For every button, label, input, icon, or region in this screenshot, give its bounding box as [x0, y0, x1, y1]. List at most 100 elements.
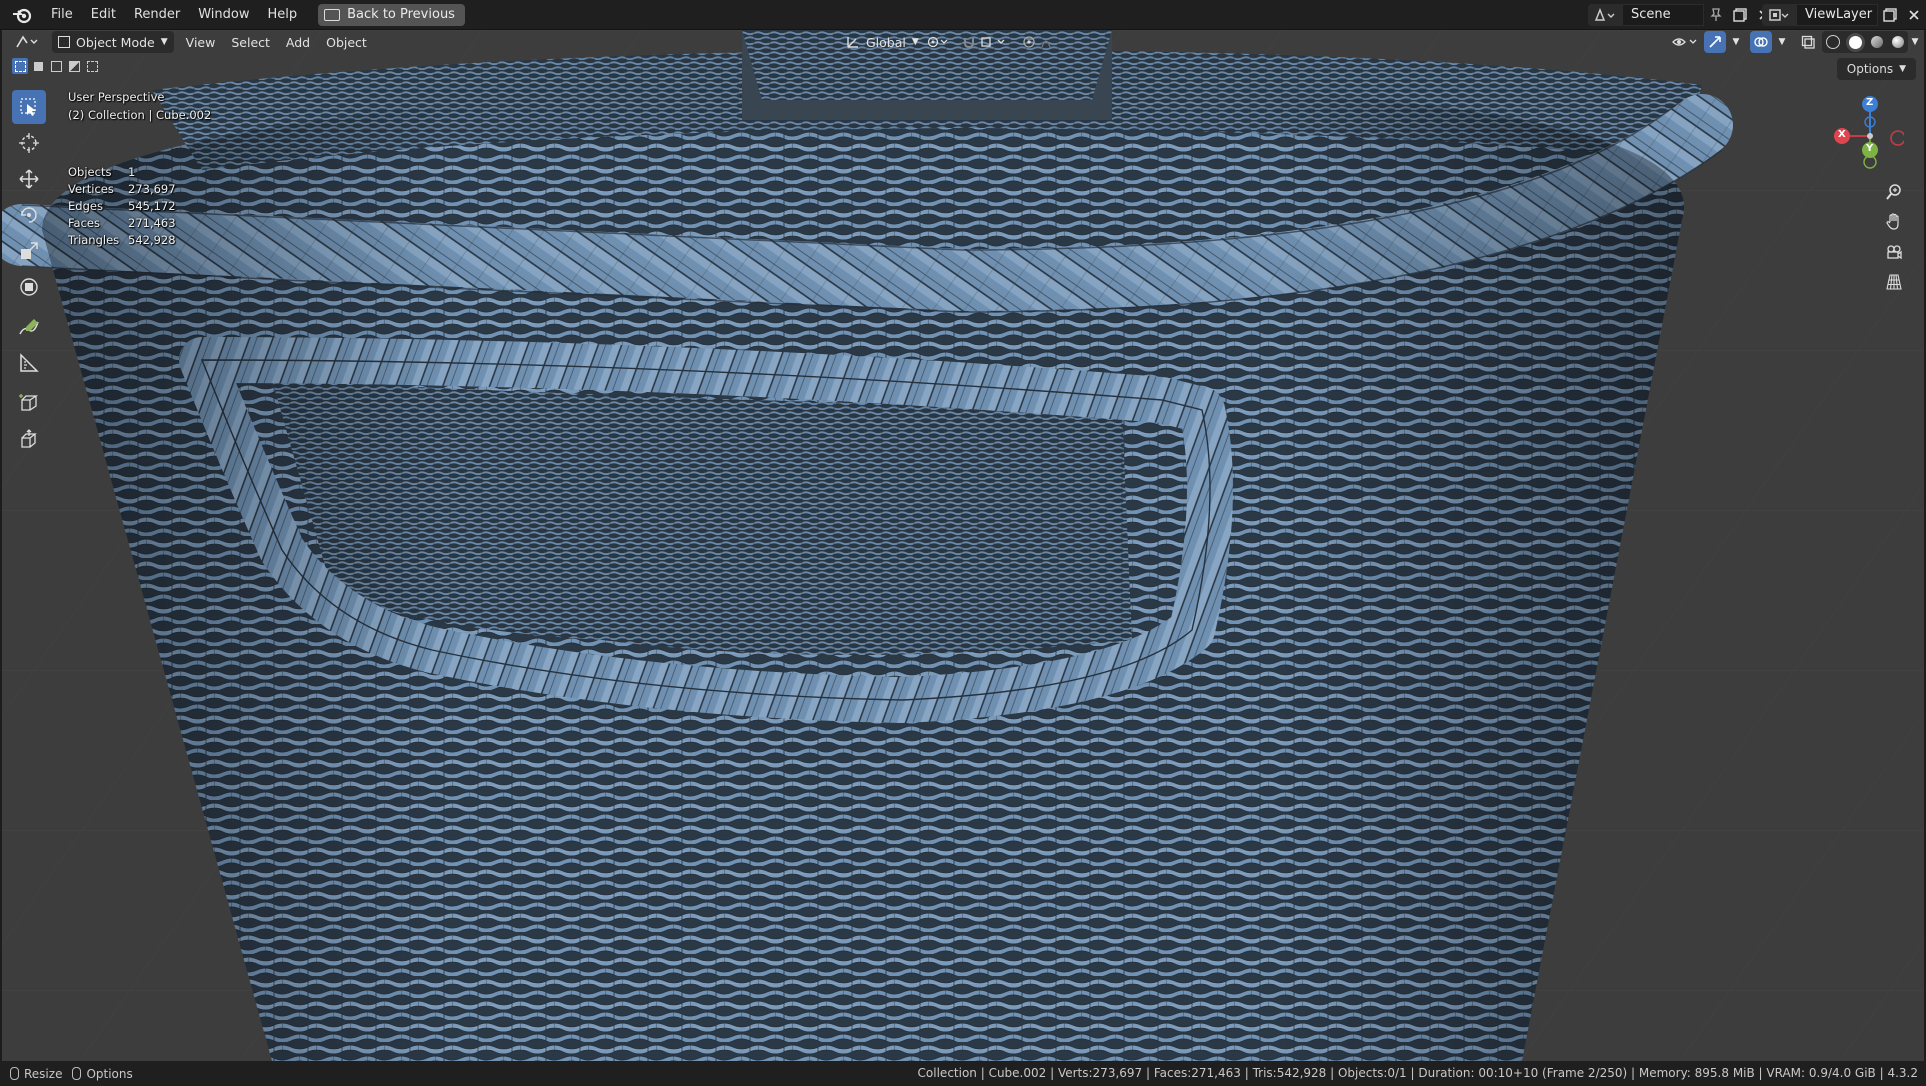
chevron-down-icon: ▼: [1732, 37, 1740, 47]
view-layer-selector[interactable]: ViewLayer: [1762, 4, 1926, 26]
viewport-header: Object Mode ▼ View Select Add Object Glo…: [2, 30, 1924, 54]
scene-name-field[interactable]: Scene: [1622, 4, 1704, 26]
chevron-down-icon: ▼: [1899, 64, 1906, 74]
transform-tool[interactable]: [12, 270, 46, 304]
select-invert-icon[interactable]: [66, 58, 82, 74]
add-cube-tool[interactable]: [12, 386, 46, 420]
menu-render[interactable]: Render: [125, 0, 189, 30]
pan-button[interactable]: [1880, 208, 1908, 236]
move-icon: [19, 169, 39, 189]
menu-file[interactable]: File: [42, 0, 82, 30]
scale-tool[interactable]: [12, 234, 46, 268]
overlays-dropdown[interactable]: ▼: [1774, 31, 1790, 53]
stats-value: 1: [128, 165, 136, 179]
menu-object[interactable]: Object: [318, 35, 375, 50]
shading-mode-selector[interactable]: [1822, 31, 1908, 53]
material-shading-icon[interactable]: [1870, 36, 1883, 48]
wireframe-shading-icon[interactable]: [1826, 35, 1841, 49]
pivot-point-dropdown[interactable]: [922, 31, 954, 53]
stats-value: 545,172: [128, 199, 176, 213]
stats-value: 271,463: [128, 216, 176, 230]
select-extend-icon[interactable]: [30, 58, 46, 74]
new-view-layer-icon[interactable]: [1878, 4, 1902, 26]
select-new-icon[interactable]: [12, 58, 28, 74]
cursor-tool[interactable]: [12, 126, 46, 160]
zoom-icon: [1886, 184, 1901, 200]
chevron-down-icon: ▼: [1911, 37, 1919, 47]
scale-icon: [21, 242, 38, 259]
menu-edit[interactable]: Edit: [82, 0, 125, 30]
rendered-shading-icon[interactable]: [1891, 36, 1904, 48]
top-bar: File Edit Render Window Help Back to Pre…: [0, 0, 1926, 30]
rotate-tool[interactable]: [12, 198, 46, 232]
stats-row: Vertices 273,697: [68, 181, 176, 198]
show-gizmo-toggle[interactable]: [1704, 31, 1726, 53]
select-box-tool[interactable]: [12, 90, 46, 124]
scene-icon: [1588, 4, 1622, 26]
blender-logo-icon[interactable]: [10, 3, 34, 27]
orientation-label: Global: [866, 34, 906, 50]
view-name: User Perspective: [68, 90, 165, 104]
chevron-down-icon: ▼: [1778, 37, 1786, 47]
rotate-icon: [21, 207, 37, 223]
object-mode-label: Object Mode: [76, 34, 155, 50]
proportional-edit-dropdown[interactable]: [1018, 31, 1066, 53]
gizmo-dropdown[interactable]: ▼: [1728, 31, 1744, 53]
new-scene-icon[interactable]: [1728, 4, 1752, 26]
show-overlays-toggle[interactable]: [1750, 31, 1772, 53]
annotate-tool[interactable]: [12, 310, 46, 344]
cursor-icon: [19, 133, 39, 153]
wicker-basket-render: [2, 30, 1924, 1061]
viewport-options-button[interactable]: Options ▼: [1836, 58, 1916, 80]
3d-viewport[interactable]: Object Mode ▼ View Select Add Object Glo…: [2, 30, 1924, 1061]
annotate-icon: [19, 319, 39, 335]
stats-value: 542,928: [128, 233, 176, 247]
editor-type-button[interactable]: [10, 31, 46, 53]
camera-view-button[interactable]: [1880, 238, 1908, 266]
navigation-gizmo[interactable]: Z X Y: [1824, 92, 1906, 172]
status-info: Collection | Cube.002 | Verts:273,697 | …: [917, 1066, 1918, 1080]
mouse-left-icon: [10, 1067, 19, 1080]
stats-row: Triangles 542,928: [68, 232, 176, 249]
menu-view[interactable]: View: [178, 35, 224, 50]
back-to-previous-button[interactable]: Back to Previous: [318, 3, 465, 26]
menu-help[interactable]: Help: [259, 0, 307, 30]
visibility-dropdown[interactable]: [1668, 31, 1704, 53]
snap-dropdown[interactable]: [958, 31, 1014, 53]
select-subtract-icon[interactable]: [48, 58, 64, 74]
pin-icon[interactable]: [1704, 4, 1728, 26]
extrude-tool[interactable]: [12, 422, 46, 456]
tool-shelf: [12, 90, 46, 458]
select-box-icon: [20, 98, 36, 116]
stats-row: Faces 271,463: [68, 215, 176, 232]
grid-icon: [1886, 274, 1902, 290]
xray-toggle[interactable]: [1798, 31, 1818, 53]
xray-icon: [1801, 35, 1815, 49]
object-mode-dropdown[interactable]: Object Mode ▼: [52, 31, 174, 53]
editor-type-icon: [16, 35, 38, 48]
perspective-toggle-button[interactable]: [1880, 268, 1908, 296]
transform-icon: [20, 278, 38, 296]
view-layer-icon: [1762, 4, 1796, 26]
proportional-edit-icon: [1023, 36, 1051, 48]
delete-view-layer-icon[interactable]: [1902, 4, 1926, 26]
move-tool[interactable]: [12, 162, 46, 196]
selection-mode-buttons: [12, 58, 100, 74]
scene-selector[interactable]: Scene: [1588, 4, 1776, 26]
screen-icon: [324, 8, 341, 21]
transform-orientation-dropdown[interactable]: Global ▼: [840, 31, 925, 53]
solid-shading-icon[interactable]: [1849, 35, 1863, 49]
menu-add[interactable]: Add: [278, 35, 318, 50]
menu-window[interactable]: Window: [189, 0, 258, 30]
menu-select[interactable]: Select: [223, 35, 278, 50]
viewport-info: User Perspective (2) Collection | Cube.0…: [68, 88, 211, 124]
object-mode-icon: [58, 36, 70, 48]
view-layer-name-field[interactable]: ViewLayer: [1796, 4, 1878, 26]
zoom-button[interactable]: [1880, 178, 1908, 206]
select-intersect-icon[interactable]: [84, 58, 100, 74]
shading-dropdown[interactable]: ▼: [1908, 31, 1922, 53]
stats-row: Edges 545,172: [68, 198, 176, 215]
measure-tool[interactable]: [12, 346, 46, 380]
stats-label: Edges: [68, 199, 103, 213]
measure-icon: [20, 353, 39, 372]
